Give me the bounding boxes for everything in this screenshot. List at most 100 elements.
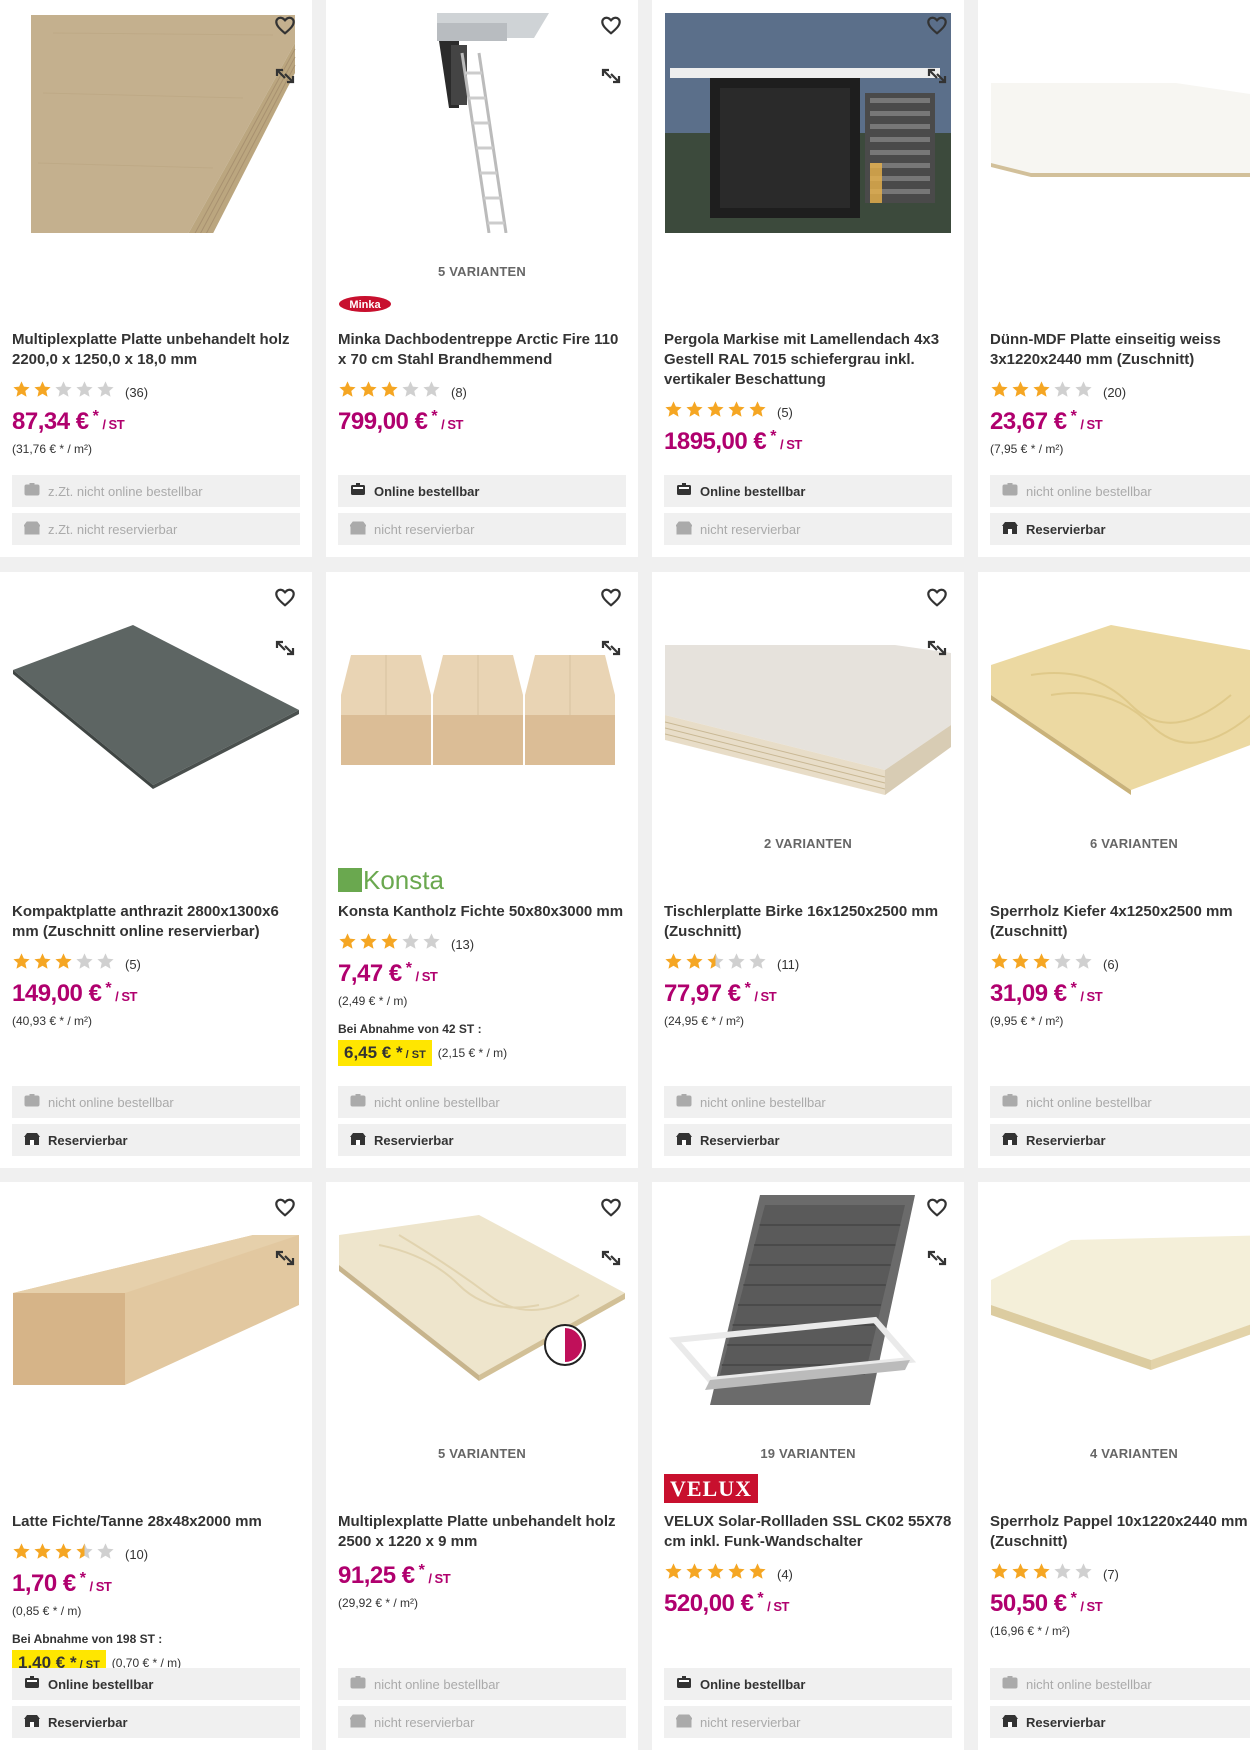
product-card[interactable]: 5 VARIANTEN Minka Minka Dachbodentreppe A…: [326, 0, 638, 557]
reserve-status[interactable]: Reservierbar: [990, 513, 1250, 545]
rating-count: (4): [777, 1566, 793, 1582]
online-status-label: nicht online bestellbar: [48, 1094, 174, 1110]
online-order-status[interactable]: Online bestellbar: [338, 475, 626, 507]
favorite-heart-icon[interactable]: [271, 1194, 299, 1222]
price: 799,00 € * / ST: [338, 408, 463, 436]
product-image[interactable]: [13, 585, 299, 807]
reserve-status[interactable]: z.Zt. nicht reservierbar: [12, 513, 300, 545]
online-order-status[interactable]: nicht online bestellbar: [338, 1086, 626, 1118]
product-card[interactable]: Pergola Markise mit Lamellendach 4x3 Ges…: [652, 0, 964, 557]
product-title[interactable]: Tischlerplatte Birke 16x1250x2500 mm (Zu…: [664, 902, 956, 942]
favorite-heart-icon[interactable]: [271, 12, 299, 40]
online-order-status[interactable]: nicht online bestellbar: [12, 1086, 300, 1118]
online-order-status[interactable]: nicht online bestellbar: [338, 1668, 626, 1700]
rating[interactable]: (13): [338, 932, 474, 956]
favorite-heart-icon[interactable]: [923, 1194, 951, 1222]
product-image[interactable]: [665, 13, 951, 235]
product-title[interactable]: Konsta Kantholz Fichte 50x80x3000 mm: [338, 902, 630, 922]
rating[interactable]: (20): [990, 380, 1126, 404]
product-title[interactable]: Dünn-MDF Platte einseitig weiss 3x1220x2…: [990, 330, 1250, 370]
product-image[interactable]: [339, 585, 625, 807]
compare-arrows-icon[interactable]: [597, 634, 625, 662]
product-card[interactable]: Latte Fichte/Tanne 28x48x2000 mm (10) 1,70…: [0, 1182, 312, 1750]
product-card[interactable]: 6 VARIANTEN Sperrholz Kiefer 4x1250x2500 …: [978, 572, 1250, 1168]
reserve-status[interactable]: Reservierbar: [990, 1124, 1250, 1156]
product-card[interactable]: Kompaktplatte anthrazit 2800x1300x6 mm (…: [0, 572, 312, 1168]
rating[interactable]: (5): [12, 952, 141, 976]
online-order-status[interactable]: nicht online bestellbar: [990, 475, 1250, 507]
product-image[interactable]: [991, 13, 1250, 235]
favorite-heart-icon[interactable]: [271, 584, 299, 612]
rating[interactable]: (6): [990, 952, 1119, 976]
price-value: 1895,00 €: [664, 428, 767, 455]
favorite-heart-icon[interactable]: [923, 584, 951, 612]
favorite-heart-icon[interactable]: [597, 1194, 625, 1222]
product-card[interactable]: Multiplexplatte Platte unbehandelt holz …: [0, 0, 312, 557]
compare-arrows-icon[interactable]: [923, 1244, 951, 1272]
compare-arrows-icon[interactable]: [923, 634, 951, 662]
product-card[interactable]: 2 VARIANTEN Tischlerplatte Birke 16x1250x…: [652, 572, 964, 1168]
product-title[interactable]: Sperrholz Pappel 10x1220x2440 mm (Zuschn…: [990, 1512, 1250, 1552]
product-title[interactable]: VELUX Solar-Rollladen SSL CK02 55X78 cm …: [664, 1512, 956, 1552]
product-title[interactable]: Multiplexplatte Platte unbehandelt holz …: [12, 330, 304, 370]
variants-count: 2 VARIANTEN: [764, 836, 852, 851]
product-title[interactable]: Kompaktplatte anthrazit 2800x1300x6 mm (…: [12, 902, 304, 942]
compare-arrows-icon[interactable]: [271, 62, 299, 90]
online-order-status[interactable]: z.Zt. nicht online bestellbar: [12, 475, 300, 507]
product-image[interactable]: [665, 1195, 951, 1417]
online-status-label: Online bestellbar: [700, 1676, 806, 1692]
online-order-status[interactable]: nicht online bestellbar: [990, 1086, 1250, 1118]
product-title[interactable]: Multiplexplatte Platte unbehandelt holz …: [338, 1512, 630, 1552]
rating[interactable]: (8): [338, 380, 467, 404]
product-card[interactable]: 5 VARIANTEN Multiplexplatte Platte unbeha…: [326, 1182, 638, 1750]
rating[interactable]: (7): [990, 1562, 1119, 1586]
reserve-status[interactable]: Reservierbar: [12, 1124, 300, 1156]
product-card[interactable]: Dünn-MDF Platte einseitig weiss 3x1220x2…: [978, 0, 1250, 557]
reserve-status[interactable]: Reservierbar: [990, 1706, 1250, 1738]
compare-arrows-icon[interactable]: [597, 62, 625, 90]
rating-star-icon: [990, 1562, 1009, 1586]
online-order-status[interactable]: Online bestellbar: [664, 1668, 952, 1700]
rating[interactable]: (11): [664, 952, 799, 976]
reserve-status[interactable]: Reservierbar: [664, 1124, 952, 1156]
online-order-status[interactable]: nicht online bestellbar: [664, 1086, 952, 1118]
product-image[interactable]: [339, 13, 625, 235]
compare-arrows-icon[interactable]: [923, 62, 951, 90]
favorite-heart-icon[interactable]: [597, 12, 625, 40]
rating[interactable]: (5): [664, 400, 793, 424]
rating[interactable]: (36): [12, 380, 148, 404]
reserve-status-label: Reservierbar: [48, 1714, 128, 1730]
compare-arrows-icon[interactable]: [271, 634, 299, 662]
product-card[interactable]: 4 VARIANTEN Sperrholz Pappel 10x1220x2440…: [978, 1182, 1250, 1750]
product-card[interactable]: Konsta Konsta Kantholz Fichte 50x80x3000 …: [326, 572, 638, 1168]
product-title[interactable]: Minka Dachbodentreppe Arctic Fire 110 x …: [338, 330, 630, 370]
online-order-status[interactable]: Online bestellbar: [12, 1668, 300, 1700]
product-title[interactable]: Pergola Markise mit Lamellendach 4x3 Ges…: [664, 330, 956, 390]
reserve-status[interactable]: nicht reservierbar: [664, 1706, 952, 1738]
favorite-heart-icon[interactable]: [597, 584, 625, 612]
reserve-status[interactable]: Reservierbar: [338, 1124, 626, 1156]
product-title[interactable]: Latte Fichte/Tanne 28x48x2000 mm: [12, 1512, 304, 1532]
store-icon: [675, 1714, 693, 1731]
favorite-heart-icon[interactable]: [923, 12, 951, 40]
product-image[interactable]: [664, 585, 951, 807]
product-image[interactable]: [991, 1195, 1250, 1417]
compare-arrows-icon[interactable]: [271, 1244, 299, 1272]
online-status-label: nicht online bestellbar: [1026, 1094, 1152, 1110]
product-title[interactable]: Sperrholz Kiefer 4x1250x2500 mm (Zuschni…: [990, 902, 1250, 942]
reserve-status[interactable]: nicht reservierbar: [664, 513, 952, 545]
online-order-status[interactable]: Online bestellbar: [664, 475, 952, 507]
product-image[interactable]: [339, 1195, 625, 1417]
reserve-status[interactable]: nicht reservierbar: [338, 513, 626, 545]
online-order-status[interactable]: nicht online bestellbar: [990, 1668, 1250, 1700]
reserve-status[interactable]: Reservierbar: [12, 1706, 300, 1738]
reserve-status[interactable]: nicht reservierbar: [338, 1706, 626, 1738]
product-image[interactable]: [13, 1195, 299, 1417]
product-image[interactable]: [13, 13, 299, 254]
product-card[interactable]: 19 VARIANTEN VELUX VELUX Solar-Rollladen S…: [652, 1182, 964, 1750]
base-price: (0,85 € * / m): [12, 1604, 82, 1618]
rating[interactable]: (4): [664, 1562, 793, 1586]
compare-arrows-icon[interactable]: [597, 1244, 625, 1272]
product-image[interactable]: [991, 585, 1250, 807]
rating[interactable]: (10): [12, 1542, 148, 1566]
